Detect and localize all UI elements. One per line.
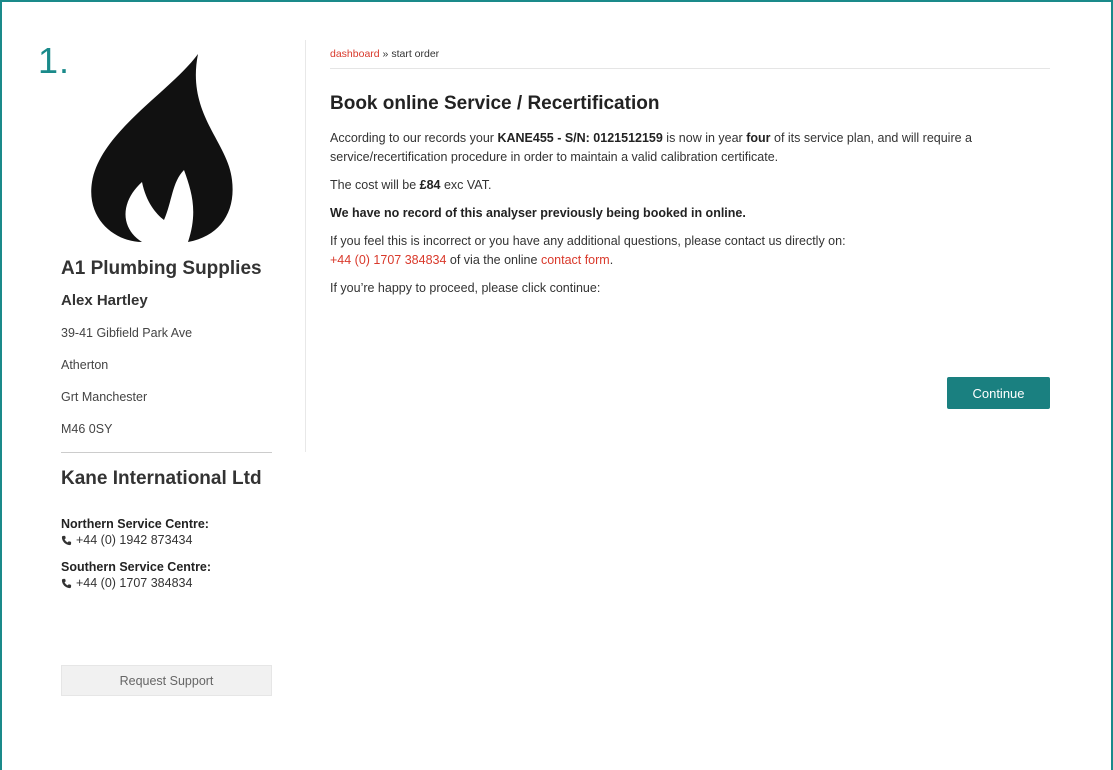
- cost-paragraph: The cost will be £84 exc VAT.: [330, 176, 1050, 195]
- p1-pre: According to our records your: [330, 131, 498, 145]
- contact-paragraph: If you feel this is incorrect or you hav…: [330, 232, 1050, 270]
- p1-mid: is now in year: [662, 131, 747, 145]
- page-title: Book online Service / Recertification: [330, 93, 660, 114]
- service-plan-paragraph: According to our records your KANE455 - …: [330, 129, 1050, 167]
- continue-button[interactable]: Continue: [947, 377, 1050, 409]
- step-number: 1.: [38, 40, 71, 81]
- p2-post: exc VAT.: [440, 178, 492, 192]
- contact-phone-link[interactable]: +44 (0) 1707 384834: [330, 253, 446, 267]
- p2-pre: The cost will be: [330, 178, 420, 192]
- contact-form-link[interactable]: contact form: [541, 253, 610, 267]
- no-record-text: We have no record of this analyser previ…: [330, 206, 746, 220]
- address-postcode: M46 0SY: [61, 422, 113, 436]
- phone-icon: [61, 578, 72, 588]
- breadcrumb-current: start order: [391, 48, 440, 60]
- address-line: Grt Manchester: [61, 390, 148, 404]
- proceed-paragraph: If you’re happy to proceed, please click…: [330, 281, 601, 295]
- northern-centre-phone[interactable]: +44 (0) 1942 873434: [61, 533, 273, 547]
- breadcrumb-dashboard-link[interactable]: dashboard: [330, 48, 380, 60]
- p4-end: .: [609, 253, 614, 267]
- northern-centre-phone-number: +44 (0) 1942 873434: [76, 533, 193, 547]
- service-year: four: [746, 131, 771, 145]
- address-line: Atherton: [61, 358, 109, 372]
- vendor-name: Kane International Ltd: [61, 468, 262, 489]
- flame-logo-icon: [91, 54, 233, 242]
- customer-sidebar: A1 Plumbing Supplies Alex Hartley 39-41 …: [61, 258, 273, 603]
- address-line: 39-41 Gibfield Park Ave: [61, 326, 193, 340]
- customer-company-name: A1 Plumbing Supplies: [61, 258, 262, 279]
- breadcrumb: dashboard » start order: [330, 48, 1050, 69]
- no-record-paragraph: We have no record of this analyser previ…: [330, 204, 1050, 223]
- request-support-button[interactable]: Request Support: [61, 665, 272, 696]
- p4-mid: of via the online: [446, 253, 541, 267]
- p4-line1: If you feel this is incorrect or you hav…: [330, 234, 846, 248]
- sidebar-divider: [61, 452, 272, 453]
- customer-contact-name: Alex Hartley: [61, 292, 148, 309]
- column-divider: [305, 40, 306, 452]
- analyser-model-serial: KANE455 - S/N: 0121512159: [497, 131, 663, 145]
- northern-centre-title: Northern Service Centre:: [61, 517, 209, 531]
- service-price: £84: [419, 178, 441, 192]
- phone-icon: [61, 535, 72, 545]
- southern-centre-title: Southern Service Centre:: [61, 560, 212, 574]
- southern-centre-phone[interactable]: +44 (0) 1707 384834: [61, 576, 273, 590]
- southern-centre-phone-number: +44 (0) 1707 384834: [76, 576, 193, 590]
- main-content: dashboard » start order Book online Serv…: [330, 48, 1050, 307]
- breadcrumb-separator: »: [379, 48, 392, 60]
